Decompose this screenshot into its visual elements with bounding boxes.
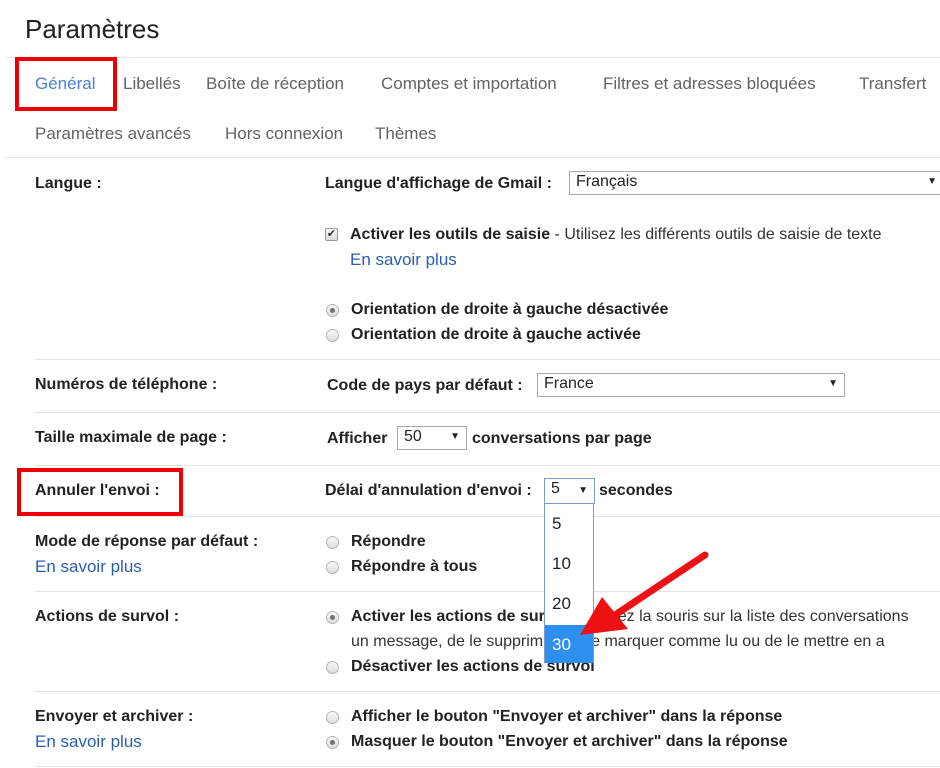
chevron-down-icon: ▼ xyxy=(927,176,937,187)
hover-actions-label: Actions de survol : xyxy=(35,608,180,625)
send-archive-label: Envoyer et archiver : xyxy=(35,708,194,725)
input-tools-text: Activer les outils de saisie - Utilisez … xyxy=(350,226,882,244)
page-size-prefix: Afficher xyxy=(327,430,388,447)
divider xyxy=(35,591,940,592)
divider xyxy=(35,359,940,360)
chevron-down-icon: ▼ xyxy=(450,431,460,442)
display-language-label: Langue d'affichage de Gmail : xyxy=(325,175,552,192)
show-send-archive-label: Afficher le bouton "Envoyer et archiver"… xyxy=(351,708,783,725)
divider xyxy=(35,465,940,466)
rtl-off-radio[interactable] xyxy=(326,304,339,317)
hover-enable-radio[interactable] xyxy=(326,611,339,624)
input-tools-checkbox[interactable]: ✔ xyxy=(325,228,338,241)
undo-delay-select[interactable]: 5 ▼ xyxy=(544,478,595,504)
chevron-down-icon: ▼ xyxy=(828,378,838,389)
learn-more-link-input-tools[interactable]: En savoir plus xyxy=(350,250,457,270)
undo-delay-option[interactable]: 5 xyxy=(545,506,593,542)
country-code-value: France xyxy=(544,375,594,392)
rtl-on-radio[interactable] xyxy=(326,329,339,342)
hide-send-archive-label: Masquer le bouton "Envoyer et archiver" … xyxy=(351,733,788,750)
reply-label: Répondre xyxy=(351,533,426,550)
checkmark-icon: ✔ xyxy=(326,228,337,240)
undo-delay-label: Délai d'annulation d'envoi : xyxy=(325,482,532,499)
show-send-archive-radio[interactable] xyxy=(326,711,339,724)
divider xyxy=(5,157,940,158)
divider xyxy=(35,516,940,517)
learn-more-link-reply-mode[interactable]: En savoir plus xyxy=(35,557,142,577)
divider xyxy=(35,766,940,767)
annotation-arrow-icon xyxy=(580,551,709,635)
input-tools-title: Activer les outils de saisie xyxy=(350,226,551,243)
reply-radio[interactable] xyxy=(326,536,339,549)
divider xyxy=(35,691,940,692)
divider xyxy=(5,57,940,58)
undo-delay-suffix: secondes xyxy=(599,482,673,499)
page-title: Paramètres xyxy=(25,14,160,44)
input-tools-desc: - Utilisez les différents outils de sais… xyxy=(550,226,882,243)
display-language-value: Français xyxy=(576,173,638,190)
divider xyxy=(35,412,940,413)
max-page-size-label: Taille maximale de page : xyxy=(35,429,227,446)
reply-all-label: Répondre à tous xyxy=(351,558,478,575)
country-code-label: Code de pays par défaut : xyxy=(327,377,523,394)
language-label: Langue : xyxy=(35,175,102,192)
tab-themes[interactable]: Thèmes xyxy=(375,124,436,144)
chevron-down-icon: ▼ xyxy=(578,485,588,496)
reply-all-radio[interactable] xyxy=(326,561,339,574)
tab-accounts-import[interactable]: Comptes et importation xyxy=(381,74,557,94)
rtl-on-label: Orientation de droite à gauche activée xyxy=(351,326,641,343)
page-size-value: 50 xyxy=(404,428,422,445)
country-code-select[interactable]: France ▼ xyxy=(537,373,845,397)
tab-inbox[interactable]: Boîte de réception xyxy=(206,74,344,94)
hover-disable-radio[interactable] xyxy=(326,661,339,674)
highlight-box-undo-send xyxy=(17,468,183,516)
hover-enable-title: Activer les actions de survol xyxy=(351,608,568,625)
reply-mode-label: Mode de réponse par défaut : xyxy=(35,533,259,550)
rtl-off-label: Orientation de droite à gauche désactivé… xyxy=(351,301,669,318)
page-size-select[interactable]: 50 ▼ xyxy=(397,426,467,450)
tab-offline[interactable]: Hors connexion xyxy=(225,124,343,144)
phone-numbers-label: Numéros de téléphone : xyxy=(35,376,218,393)
tab-advanced[interactable]: Paramètres avancés xyxy=(35,124,191,144)
page-size-suffix: conversations par page xyxy=(472,430,652,447)
highlight-box-general-tab xyxy=(15,57,117,111)
tab-forwarding[interactable]: Transfert xyxy=(859,74,926,94)
undo-delay-value: 5 xyxy=(551,480,560,497)
hide-send-archive-radio[interactable] xyxy=(326,736,339,749)
learn-more-link-send-archive[interactable]: En savoir plus xyxy=(35,732,142,752)
display-language-select[interactable]: Français ▼ xyxy=(569,171,940,195)
tab-filters-blocked[interactable]: Filtres et adresses bloquées xyxy=(603,74,816,94)
tab-labels[interactable]: Libellés xyxy=(123,74,181,94)
